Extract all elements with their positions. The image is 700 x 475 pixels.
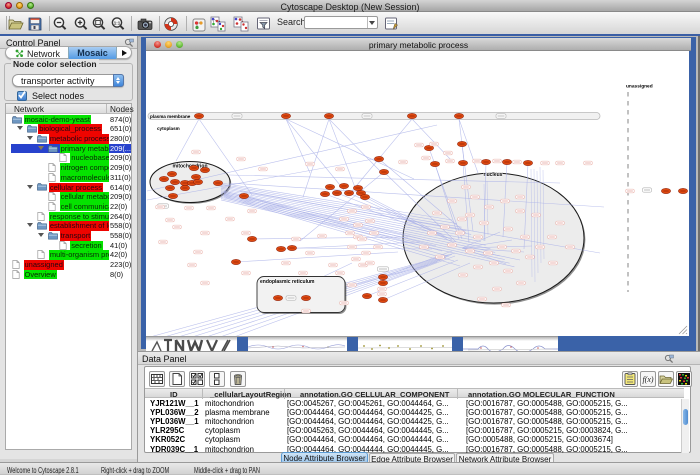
svg-text:endoplasmic reticulum: endoplasmic reticulum [260, 279, 315, 285]
svg-text:f(x): f(x) [642, 375, 653, 384]
svg-text:plasma membrane: plasma membrane [150, 114, 191, 119]
svg-text:1:1: 1:1 [114, 20, 121, 25]
svg-text:nucleus: nucleus [484, 172, 503, 178]
svg-text:cytoplasm: cytoplasm [157, 126, 180, 131]
svg-text:unassigned: unassigned [626, 83, 653, 89]
